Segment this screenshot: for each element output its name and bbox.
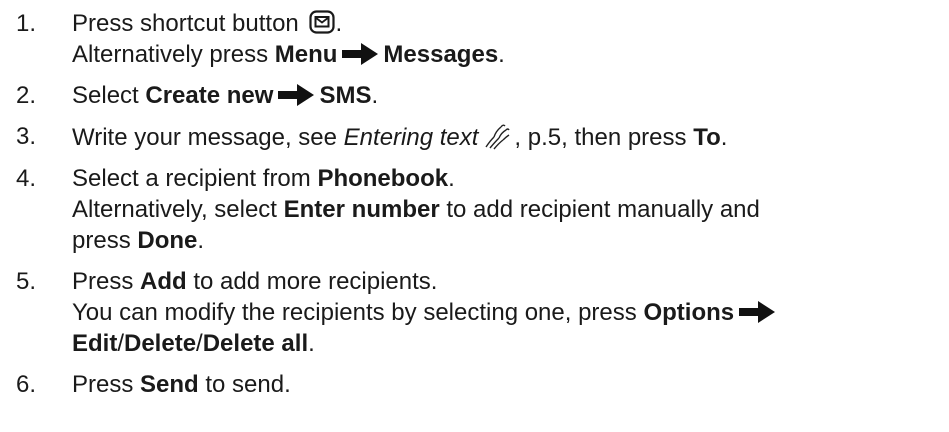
text-run: , p.5, then press — [514, 124, 694, 151]
bold-term: Phonebook — [317, 165, 449, 192]
text-run: . — [720, 124, 728, 151]
step-2: 2. Select Create new SMS. — [16, 80, 946, 111]
text-run: to add recipient manually and — [439, 196, 760, 223]
bold-term: Enter number — [283, 196, 440, 223]
text-run: press — [72, 227, 138, 254]
text-run: . — [448, 165, 455, 192]
text-run: Press shortcut button — [72, 10, 306, 37]
step-6: 6. Press Send to send. — [16, 369, 946, 400]
step-3: 3. Write your message, see Entering text,… — [16, 121, 946, 153]
text-run: to add more recipients. — [186, 268, 438, 295]
step-line: Write your message, see Entering text , p… — [72, 121, 946, 153]
step-line: Select Create new SMS. — [72, 80, 946, 111]
right-arrow-icon — [734, 299, 780, 326]
step-text: Press shortcut button . Alternatively pre… — [72, 8, 946, 70]
bold-term: Delete all — [202, 330, 309, 357]
bold-term: Messages — [383, 41, 499, 68]
step-line: You can modify the recipients by selecti… — [72, 297, 946, 328]
envelope-key-icon — [305, 10, 336, 37]
step-line: Alternatively press Menu Messages. — [72, 39, 946, 70]
text-run: Alternatively, select — [72, 196, 284, 223]
text-run: . — [197, 227, 205, 254]
text-run: Press — [72, 268, 141, 295]
text-run: Select a recipient from — [72, 165, 318, 192]
step-number: 2. — [16, 82, 37, 109]
instruction-list: 1. Press shortcut button . Alternatively p… — [16, 8, 946, 410]
step-number: 6. — [16, 371, 37, 398]
text-run: Write your message, see — [72, 124, 344, 151]
text-run: . — [335, 10, 343, 37]
text-run: / — [117, 330, 124, 357]
step-text: Select a recipient from Phonebook. Altern… — [72, 163, 946, 256]
text-run: . — [308, 330, 315, 357]
text-run: Select — [72, 82, 146, 109]
italic-reference: Entering text — [343, 124, 479, 151]
step-line: Press Send to send. — [72, 369, 946, 400]
text-run: Alternatively press — [72, 41, 275, 68]
step-number: 3. — [16, 123, 37, 150]
text-run: You can modify the recipients by selecti… — [72, 299, 644, 326]
step-text: Write your message, see Entering text , p… — [72, 121, 946, 153]
text-run: / — [196, 330, 203, 357]
step-line: Select a recipient from Phonebook. — [72, 163, 946, 194]
step-line: press Done. — [72, 225, 946, 256]
step-text: Select Create new SMS. — [72, 80, 946, 111]
step-number: 4. — [16, 165, 37, 192]
bold-term: Add — [140, 268, 187, 295]
bold-term: Delete — [124, 330, 197, 357]
hand-writing-icon — [478, 124, 514, 151]
bold-term: Menu — [274, 41, 338, 68]
step-line: Press shortcut button . — [72, 8, 946, 39]
bold-term: Options — [643, 299, 735, 326]
step-text: Press Send to send. — [72, 369, 946, 400]
bold-term: Create new — [145, 82, 274, 109]
bold-term: Done — [137, 227, 198, 254]
bold-term: Edit — [72, 330, 118, 357]
step-4: 4. Select a recipient from Phonebook. Alte… — [16, 163, 946, 256]
step-number: 1. — [16, 10, 37, 37]
step-1: 1. Press shortcut button . Alternatively p… — [16, 8, 946, 70]
step-number: 5. — [16, 268, 37, 295]
text-run: . — [498, 41, 505, 68]
right-arrow-icon — [337, 41, 383, 68]
text-run: . — [371, 82, 379, 109]
bold-term: To — [693, 124, 721, 151]
step-line: Edit/Delete/Delete all. — [72, 328, 946, 359]
text-run: to send. — [198, 371, 291, 398]
right-arrow-icon — [273, 82, 319, 109]
bold-term: Send — [140, 371, 199, 398]
step-5: 5. Press Add to add more recipients. You c… — [16, 266, 946, 359]
step-text: Press Add to add more recipients. You can… — [72, 266, 946, 359]
text-run: Press — [72, 371, 141, 398]
step-line: Press Add to add more recipients. — [72, 266, 946, 297]
step-line: Alternatively, select Enter number to ad… — [72, 194, 946, 225]
bold-term: SMS — [319, 82, 372, 109]
